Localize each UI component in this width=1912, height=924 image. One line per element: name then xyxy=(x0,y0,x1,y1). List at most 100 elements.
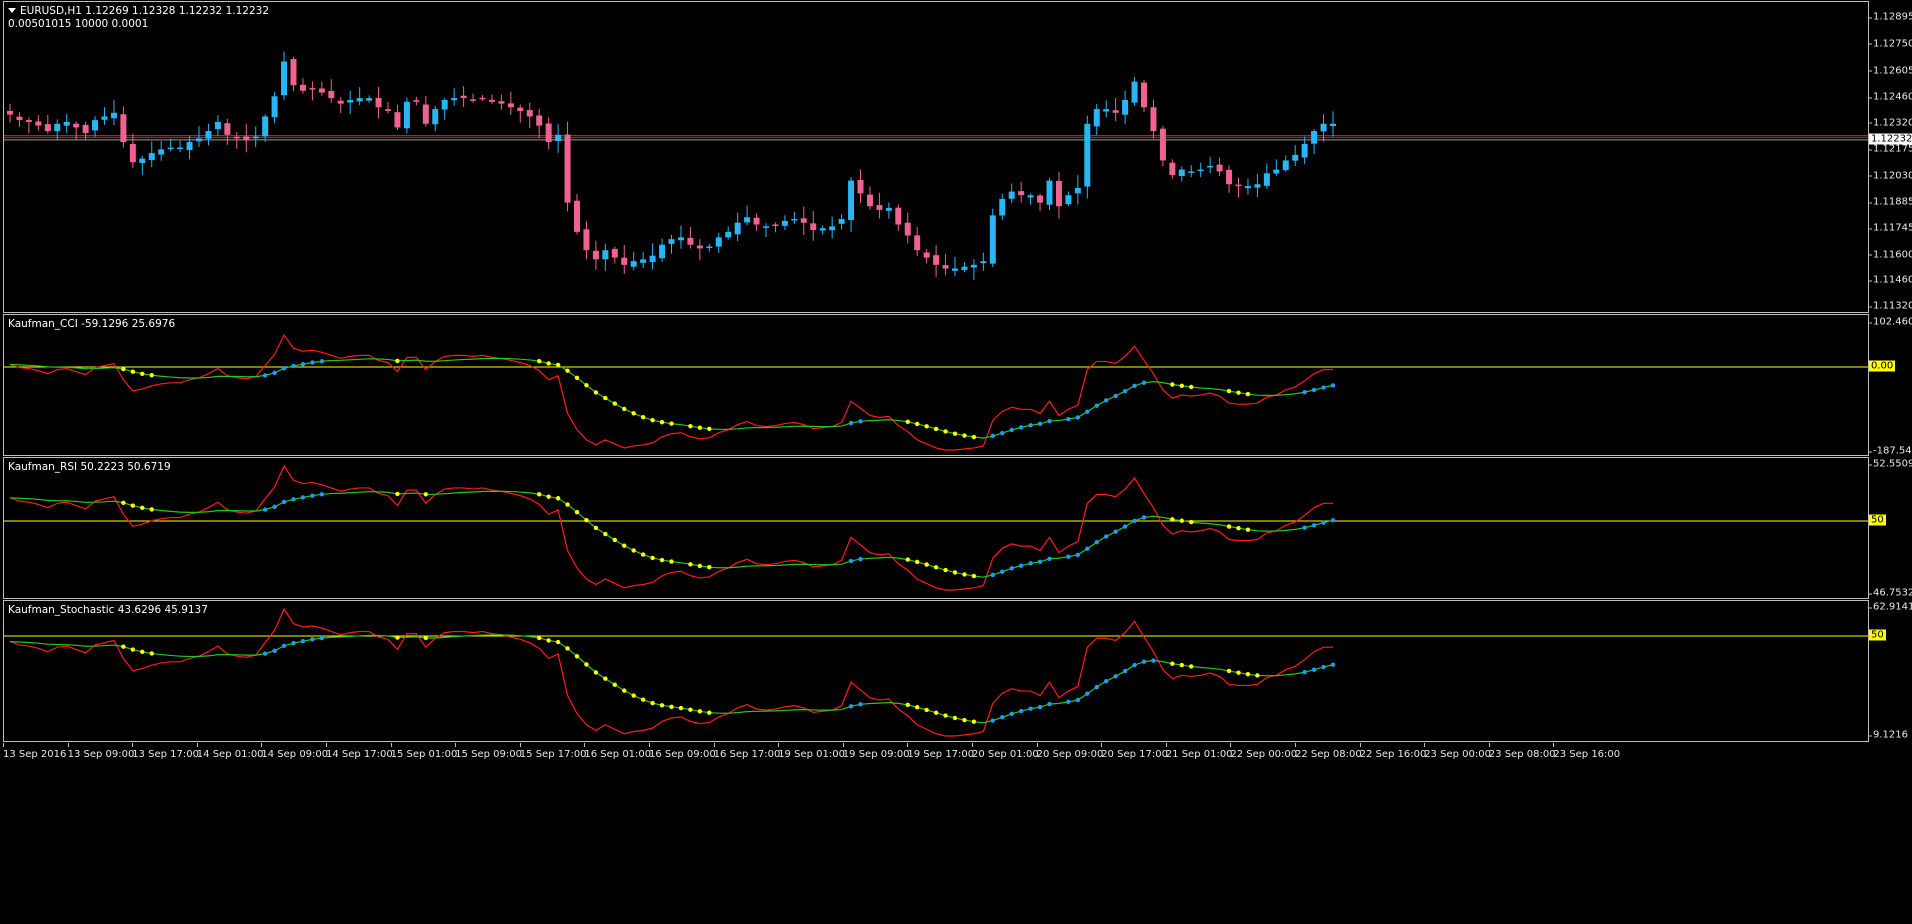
up-signal-dot xyxy=(848,704,854,709)
down-signal-dot xyxy=(423,635,428,641)
rsi-pane[interactable]: Kaufman_RSI 50.2223 50.6719 xyxy=(3,457,1869,599)
up-signal-dot xyxy=(1094,684,1099,690)
time-label: 20 Sep 09:00 xyxy=(1036,743,1104,760)
up-signal-dot xyxy=(1141,659,1147,664)
up-signal-dot xyxy=(990,572,995,578)
bull-candle xyxy=(1122,99,1129,115)
bear-candle xyxy=(904,222,911,236)
down-signal-dot xyxy=(952,715,958,721)
stochastic-axis[interactable]: 62.9141 50 9.1216 xyxy=(1867,600,1912,742)
bear-candle xyxy=(536,115,543,126)
bull-candle xyxy=(252,136,259,139)
down-signal-dot xyxy=(537,359,542,364)
bear-candle xyxy=(1141,82,1147,108)
down-signal-dot xyxy=(1245,391,1251,397)
bear-candle xyxy=(517,107,524,111)
bull-candle xyxy=(1320,123,1327,132)
bear-candle xyxy=(800,218,807,223)
up-signal-dot xyxy=(319,359,325,364)
bear-candle xyxy=(328,91,335,99)
up-signal-dot xyxy=(262,651,268,656)
bull-candle xyxy=(952,268,958,271)
cci-title: Kaufman_CCI -59.1296 25.6976 xyxy=(8,318,176,330)
dropdown-triangle-icon[interactable] xyxy=(8,8,16,13)
stochastic-pane[interactable]: Kaufman_Stochastic 43.6296 45.9137 xyxy=(3,600,1869,742)
cci-axis[interactable]: 102.4605 0.00 -187.5471 xyxy=(1867,314,1912,457)
down-signal-dot xyxy=(622,406,627,412)
bear-candle xyxy=(621,257,628,265)
down-signal-dot xyxy=(603,676,608,681)
bear-candle xyxy=(44,124,51,132)
time-label: 20 Sep 17:00 xyxy=(1101,743,1168,760)
down-signal-dot xyxy=(1179,662,1185,668)
down-signal-dot xyxy=(697,563,703,569)
down-signal-dot xyxy=(1226,668,1232,674)
bear-candle xyxy=(1216,164,1223,172)
rsi-bottom-tick: 46.7532 xyxy=(1867,588,1912,599)
bull-candle xyxy=(403,101,410,129)
time-axis[interactable]: 13 Sep 2016 13 Sep 09:00 13 Sep 17:00 14 Se… xyxy=(3,743,1869,763)
time-label: 15 Sep 09:00 xyxy=(455,743,522,760)
rsi-plot xyxy=(4,464,1868,591)
bear-candle xyxy=(498,101,505,104)
bear-candle xyxy=(753,217,760,225)
down-signal-dot xyxy=(640,414,646,420)
down-signal-dot xyxy=(130,503,136,508)
rsi-axis[interactable]: 52.5509 50 46.7532 xyxy=(1867,457,1912,599)
up-signal-dot xyxy=(1000,569,1005,574)
bull-candle xyxy=(158,149,165,155)
down-signal-dot xyxy=(1245,672,1251,677)
bull-candle xyxy=(167,147,174,150)
down-signal-dot xyxy=(631,411,636,416)
oscillator-line xyxy=(9,464,1333,591)
bull-candle xyxy=(980,261,987,264)
time-label: 16 Sep 09:00 xyxy=(649,743,716,760)
bear-candle xyxy=(526,110,533,117)
up-signal-dot xyxy=(310,360,315,365)
up-signal-dot xyxy=(300,495,306,500)
price-tick: 1.12030 xyxy=(1867,170,1912,181)
down-signal-dot xyxy=(546,494,551,499)
down-signal-dot xyxy=(924,562,929,567)
bull-candle xyxy=(1065,195,1072,205)
up-signal-dot xyxy=(1037,704,1043,710)
time-label: 22 Sep 00:00 xyxy=(1230,743,1298,760)
up-signal-dot xyxy=(1141,380,1147,385)
up-signal-dot xyxy=(1047,418,1052,424)
up-signal-dot xyxy=(319,635,325,641)
down-signal-dot xyxy=(915,705,920,710)
bear-candle xyxy=(583,229,590,251)
down-signal-dot xyxy=(1189,519,1194,525)
down-signal-dot xyxy=(933,565,939,570)
bear-candle xyxy=(35,121,42,126)
down-signal-dot xyxy=(121,644,126,649)
up-signal-dot xyxy=(1066,416,1071,422)
time-label: 19 Sep 09:00 xyxy=(842,743,910,760)
price-axis[interactable]: 1.12895 1.12750 1.12605 1.12460 1.12320 1.121… xyxy=(1867,1,1912,313)
up-signal-dot xyxy=(1037,421,1043,427)
cci-pane[interactable]: Kaufman_CCI -59.1296 25.6976 xyxy=(3,314,1869,456)
down-signal-dot xyxy=(1255,673,1260,678)
candlestick-chart[interactable] xyxy=(4,2,1868,312)
price-chart-pane[interactable]: EURUSD,H1 1.12269 1.12328 1.12232 1.1223… xyxy=(3,1,1869,313)
down-signal-dot xyxy=(555,362,561,368)
stochastic-level-badge: 50 xyxy=(1869,629,1886,641)
cci-top-tick: 102.4605 xyxy=(1868,317,1912,328)
down-signal-dot xyxy=(1226,524,1232,529)
down-signal-dot xyxy=(612,682,617,687)
up-signal-dot xyxy=(1018,425,1024,430)
up-signal-dot xyxy=(319,492,325,497)
down-signal-dot xyxy=(1170,517,1175,522)
price-tick: 1.12750 xyxy=(1867,38,1912,49)
bear-candle xyxy=(120,114,127,143)
bear-candle xyxy=(337,100,344,104)
bear-candle xyxy=(73,123,80,128)
bear-candle xyxy=(895,207,902,225)
down-signal-dot xyxy=(915,421,920,427)
time-label: 16 Sep 17:00 xyxy=(713,743,781,760)
up-signal-dot xyxy=(300,361,306,367)
bear-candle xyxy=(923,252,930,258)
down-signal-dot xyxy=(121,500,126,505)
down-signal-dot xyxy=(971,434,977,440)
down-signal-dot xyxy=(1226,388,1232,394)
